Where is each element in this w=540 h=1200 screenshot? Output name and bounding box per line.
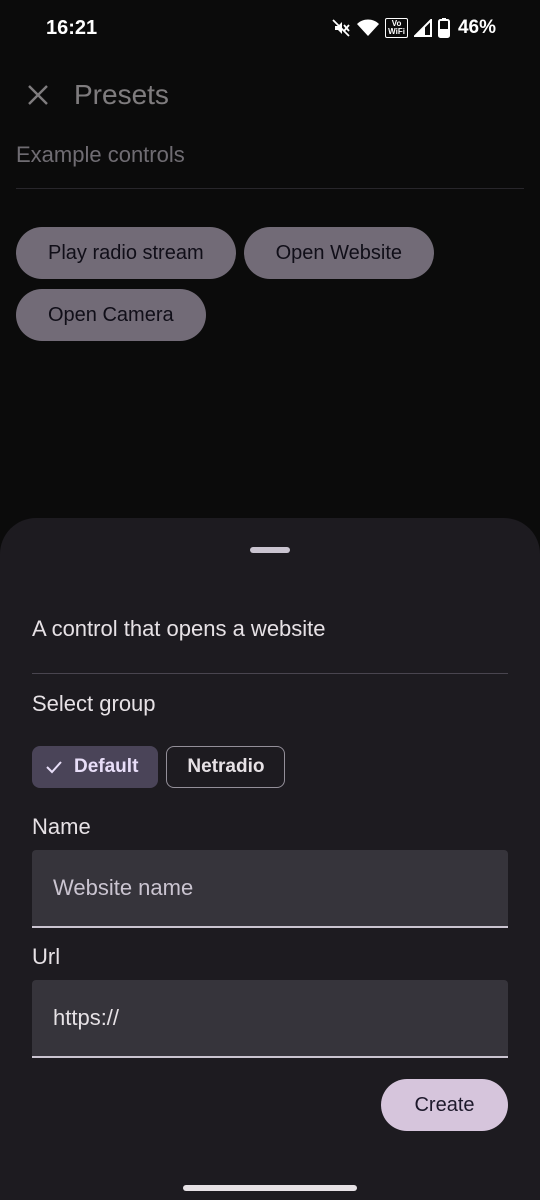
url-label: Url [32,944,61,969]
group-chip-label: Netradio [187,756,265,777]
group-chip-default[interactable]: Default [32,746,159,788]
check-icon [44,757,64,777]
select-group-label: Select group [32,691,156,716]
home-indicator[interactable] [183,1185,357,1191]
group-filter-chips: Default Netradio [32,746,286,788]
divider [32,673,508,674]
status-time: 16:21 [46,16,98,39]
name-field-container [32,850,508,928]
preset-chip-open-camera[interactable]: Open Camera [16,289,206,341]
top-app-bar: Presets [0,56,540,134]
preset-chip-open-website[interactable]: Open Website [243,227,434,279]
url-field-container [32,980,508,1058]
close-icon[interactable] [24,81,52,109]
battery-percent: 46% [457,17,496,38]
name-label: Name [32,814,91,839]
group-chip-label: Default [74,756,139,777]
bottom-sheet: A control that opens a website Select gr… [0,518,540,1200]
vowifi-icon: Vo WiFi [385,18,408,38]
mute-icon [331,18,351,38]
status-bar: 16:21 Vo WiFi 46% [0,0,540,56]
drag-handle[interactable] [250,547,290,553]
battery-icon [437,18,450,38]
create-button[interactable]: Create [381,1079,508,1131]
wifi-icon [357,19,380,37]
preset-chip-play-radio[interactable]: Play radio stream [16,227,236,279]
preset-chips: Play radio stream Open Website Open Came… [0,189,502,341]
name-input[interactable] [53,875,483,901]
sheet-description: A control that opens a website [32,616,326,641]
presets-screen: Presets Example controls Play radio stre… [0,56,540,526]
signal-icon [413,19,432,37]
page-title: Presets [74,79,169,110]
status-icons: Vo WiFi 46% [331,17,496,39]
example-controls-label: Example controls [16,142,185,167]
group-chip-netradio[interactable]: Netradio [166,746,286,788]
url-input[interactable] [53,1005,483,1031]
